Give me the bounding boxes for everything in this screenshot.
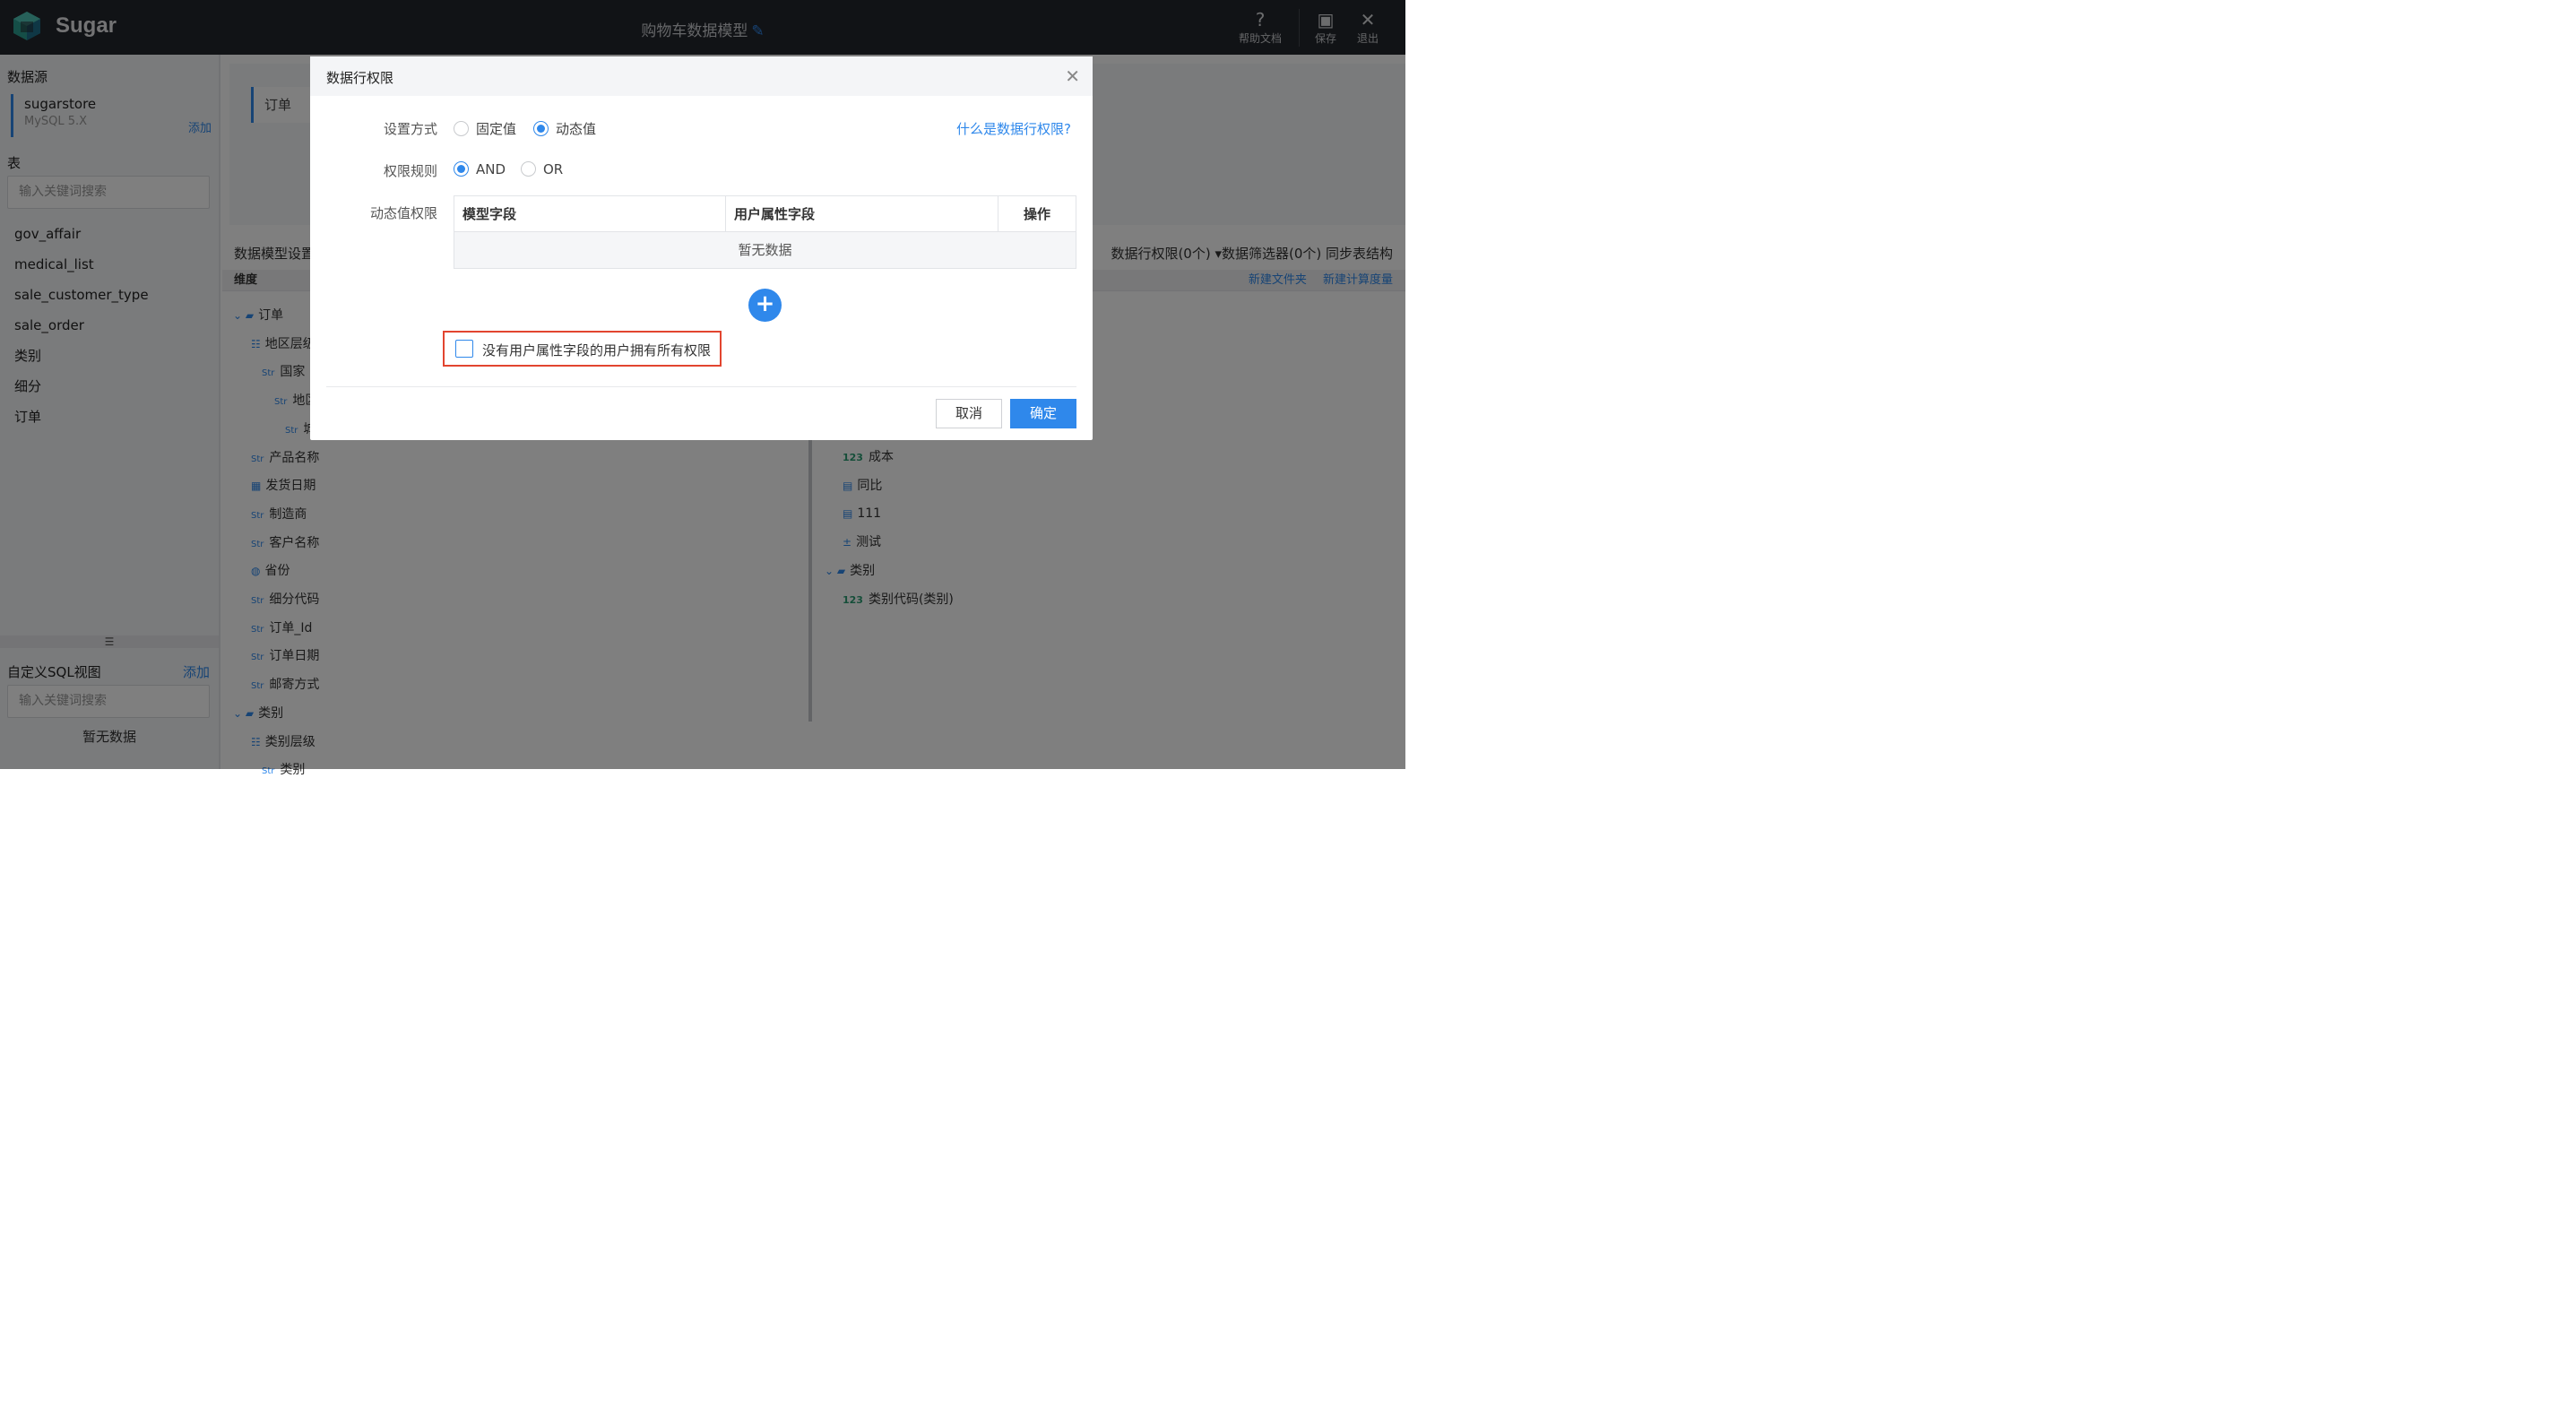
permission-table: 模型字段 用户属性字段 操作 暂无数据 — [454, 195, 1076, 269]
radio-checked-icon — [454, 161, 469, 177]
radio-checked-icon — [533, 121, 549, 136]
all-permission-label: 没有用户属性字段的用户拥有所有权限 — [482, 342, 712, 359]
radio-circle-icon — [521, 161, 536, 177]
radio-circle-icon — [454, 121, 469, 136]
radio-and[interactable]: AND — [454, 161, 506, 177]
radio-dynamic-label: 动态值 — [556, 121, 597, 137]
all-permission-checkbox[interactable] — [455, 340, 473, 358]
radio-dynamic-value[interactable]: 动态值 — [533, 119, 596, 138]
row-permission-dialog: 数据行权限 ✕ 设置方式 固定值 动态值 什么是数据行权限? 权限规则 AND … — [310, 56, 1093, 440]
radio-or[interactable]: OR — [521, 161, 563, 177]
cancel-button[interactable]: 取消 — [936, 399, 1002, 428]
col-model-field: 模型字段 — [454, 196, 726, 232]
rule-label: 权限规则 — [383, 163, 437, 179]
help-link[interactable]: 什么是数据行权限? — [956, 119, 1071, 138]
col-action: 操作 — [1023, 206, 1050, 222]
add-rule-button[interactable]: + — [748, 289, 782, 322]
dialog-header: 数据行权限 ✕ — [310, 56, 1093, 96]
col-user-attr-field: 用户属性字段 — [726, 196, 998, 232]
radio-and-label: AND — [476, 161, 506, 177]
mode-label: 设置方式 — [383, 121, 437, 137]
table-header: 模型字段 用户属性字段 操作 — [454, 196, 1076, 232]
footer-divider — [326, 386, 1076, 387]
radio-fixed-value[interactable]: 固定值 — [454, 119, 516, 138]
close-icon[interactable]: ✕ — [1065, 65, 1080, 87]
dynamic-permission-label: 动态值权限 — [369, 205, 437, 221]
plus-icon: + — [755, 290, 775, 317]
confirm-button[interactable]: 确定 — [1010, 399, 1076, 428]
radio-fixed-label: 固定值 — [476, 121, 517, 137]
radio-or-label: OR — [543, 161, 564, 177]
dialog-title: 数据行权限 — [326, 70, 394, 86]
highlight-box: 没有用户属性字段的用户拥有所有权限 — [443, 331, 722, 367]
table-empty-text: 暂无数据 — [454, 232, 1076, 268]
